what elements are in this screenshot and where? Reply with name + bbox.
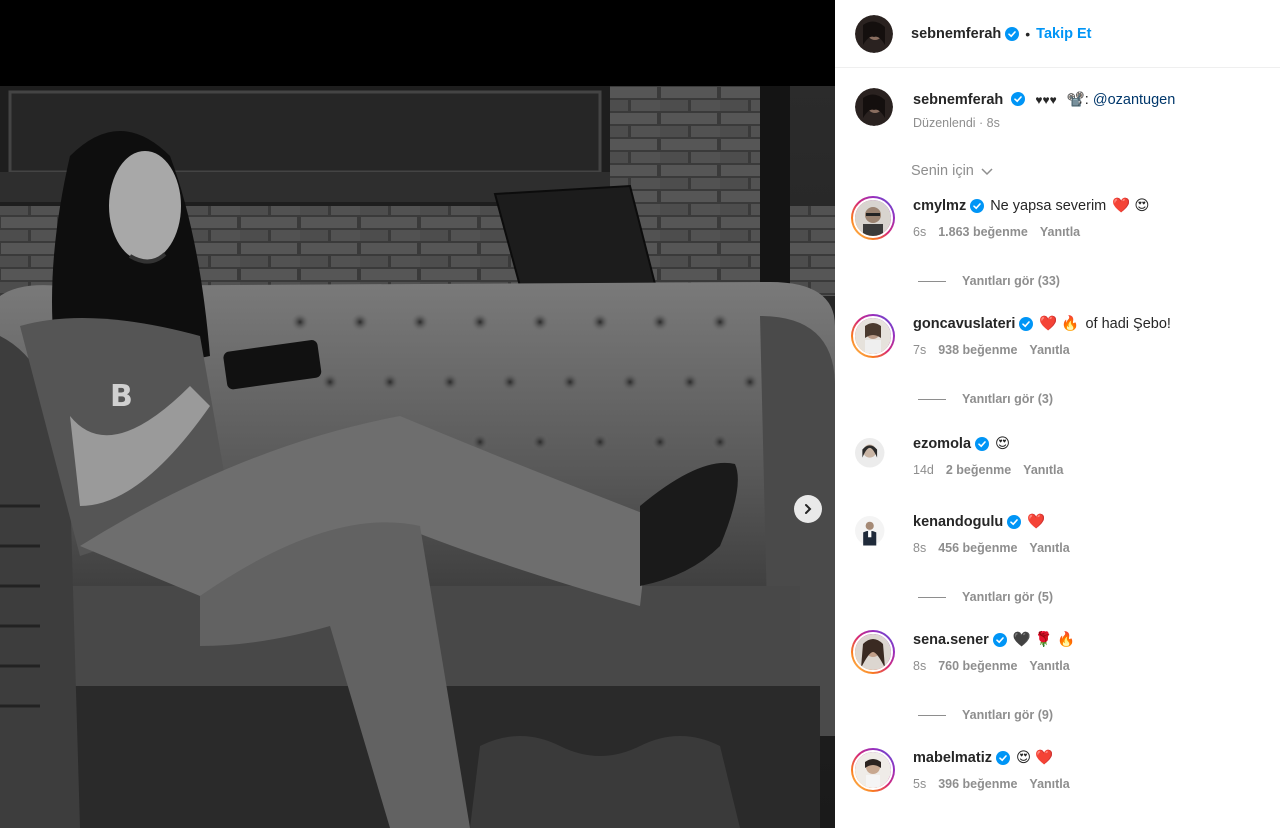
post-header: sebnemferah • Takip Et [835,0,1280,68]
view-replies-button[interactable]: Yanıtları gör (5) [918,590,1053,604]
comment-item: cmylmz Ne yapsa severim ❤️ 😍 6s 1.863 be… [851,196,1149,240]
comment-text: of hadi Şebo! [1085,316,1171,332]
verified-badge-icon [1011,92,1026,106]
comment-likes[interactable]: 1.863 beğenme [938,225,1028,239]
commenter-username[interactable]: ezomola [913,434,971,454]
comment-likes[interactable]: 456 beğenme [938,541,1017,555]
comment-time[interactable]: 5s [913,777,926,791]
comment-sort-dropdown[interactable]: Senin için [911,163,994,179]
author-avatar[interactable] [855,14,893,53]
comment-likes[interactable]: 396 beğenme [938,777,1017,791]
verified-badge-icon [995,751,1010,765]
reply-button[interactable]: Yanıtla [1023,463,1063,477]
comment-emoji: ❤️ 😍 [1112,198,1150,214]
separator-dot: • [1025,25,1031,42]
caption-hearts: ♥♥♥ [1035,93,1057,107]
view-replies-button[interactable]: Yanıtları gör (3) [918,392,1053,406]
comment-emoji: 🖤 🌹 🔥 [1012,632,1076,648]
comment-time[interactable]: 7s [913,343,926,357]
comment-emoji: ❤️ 🔥 [1039,316,1080,332]
chevron-right-icon [805,504,812,514]
replies-line [918,280,946,282]
replies-line [918,714,946,716]
commenter-avatar[interactable] [851,630,895,674]
commenter-username[interactable]: cmylmz [913,196,966,216]
comment-item: ezomola 😍 14d 2 beğenme Yanıtla [851,434,1063,478]
reply-button[interactable]: Yanıtla [1040,225,1080,239]
view-replies-label: Yanıtları gör (5) [962,590,1053,604]
comments-panel: sebnemferah • Takip Et sebnemferah ♥♥♥ 📽… [835,0,1280,828]
comment-likes[interactable]: 2 beğenme [946,463,1011,477]
caption-username[interactable]: sebnemferah [913,92,1003,108]
post-media: B [0,0,835,828]
comment-time[interactable]: 14d [913,463,934,477]
comment-likes[interactable]: 938 beğenme [938,343,1017,357]
verified-badge-icon [975,437,990,451]
caption-avatar[interactable] [855,88,893,126]
comment-text: Ne yapsa severim [990,198,1107,214]
comment-likes[interactable]: 760 beğenme [938,659,1017,673]
comment-item: goncavuslateri ❤️ 🔥 of hadi Şebo! 7s 938… [851,314,1171,358]
commenter-avatar[interactable] [851,434,895,478]
caption-edited: Düzenlendi · 8s [913,116,1000,130]
comment-emoji: ❤️ [1027,514,1046,530]
verified-badge-icon [1005,26,1020,41]
comment-time[interactable]: 6s [913,225,926,239]
commenter-avatar[interactable] [851,748,895,792]
verified-badge-icon [992,633,1007,647]
reply-button[interactable]: Yanıtla [1029,777,1069,791]
post-photo: B [0,86,835,828]
svg-text:B: B [110,379,133,414]
commenter-username[interactable]: kenandogulu [913,512,1003,532]
reply-button[interactable]: Yanıtla [1029,659,1069,673]
commenter-avatar[interactable] [851,314,895,358]
comment-time[interactable]: 8s [913,541,926,555]
replies-line [918,398,946,400]
comment-sort-label: Senin için [911,163,974,179]
verified-badge-icon [970,199,985,213]
reply-button[interactable]: Yanıtla [1029,343,1069,357]
commenter-avatar[interactable] [851,196,895,240]
reply-button[interactable]: Yanıtla [1029,541,1069,555]
comment-item: sena.sener 🖤 🌹 🔥 8s 760 beğenme Yanıtla [851,630,1075,674]
chevron-down-icon [981,168,993,176]
comment-emoji: 😍 [995,436,1011,452]
verified-badge-icon [1019,317,1034,331]
replies-line [918,596,946,598]
comment-time[interactable]: 8s [913,659,926,673]
commenter-username[interactable]: goncavuslateri [913,314,1015,334]
instagram-post-view: B sebnemferah • Takip Et sebnemferah ♥♥♥… [0,0,1280,828]
comment-emoji: 😍 ❤️ [1015,750,1054,766]
commenter-avatar[interactable] [851,512,895,556]
comment-item: mabelmatiz 😍 ❤️ 5s 396 beğenme Yanıtla [851,748,1070,792]
view-replies-button[interactable]: Yanıtları gör (9) [918,708,1053,722]
view-replies-label: Yanıtları gör (3) [962,392,1053,406]
next-image-button[interactable] [794,495,822,523]
caption-mention[interactable]: @ozantugen [1093,92,1175,108]
view-replies-label: Yanıtları gör (33) [962,274,1060,288]
view-replies-button[interactable]: Yanıtları gör (33) [918,274,1060,288]
view-replies-label: Yanıtları gör (9) [962,708,1053,722]
comment-item: kenandogulu ❤️ 8s 456 beğenme Yanıtla [851,512,1070,556]
post-caption: sebnemferah ♥♥♥ 📽️: @ozantugen Düzenlend… [855,88,1175,130]
commenter-username[interactable]: sena.sener [913,630,989,650]
caption-camera: 📽️: [1066,92,1089,108]
follow-button[interactable]: Takip Et [1036,26,1091,42]
author-username[interactable]: sebnemferah [911,26,1001,42]
verified-badge-icon [1007,515,1022,529]
commenter-username[interactable]: mabelmatiz [913,748,992,768]
